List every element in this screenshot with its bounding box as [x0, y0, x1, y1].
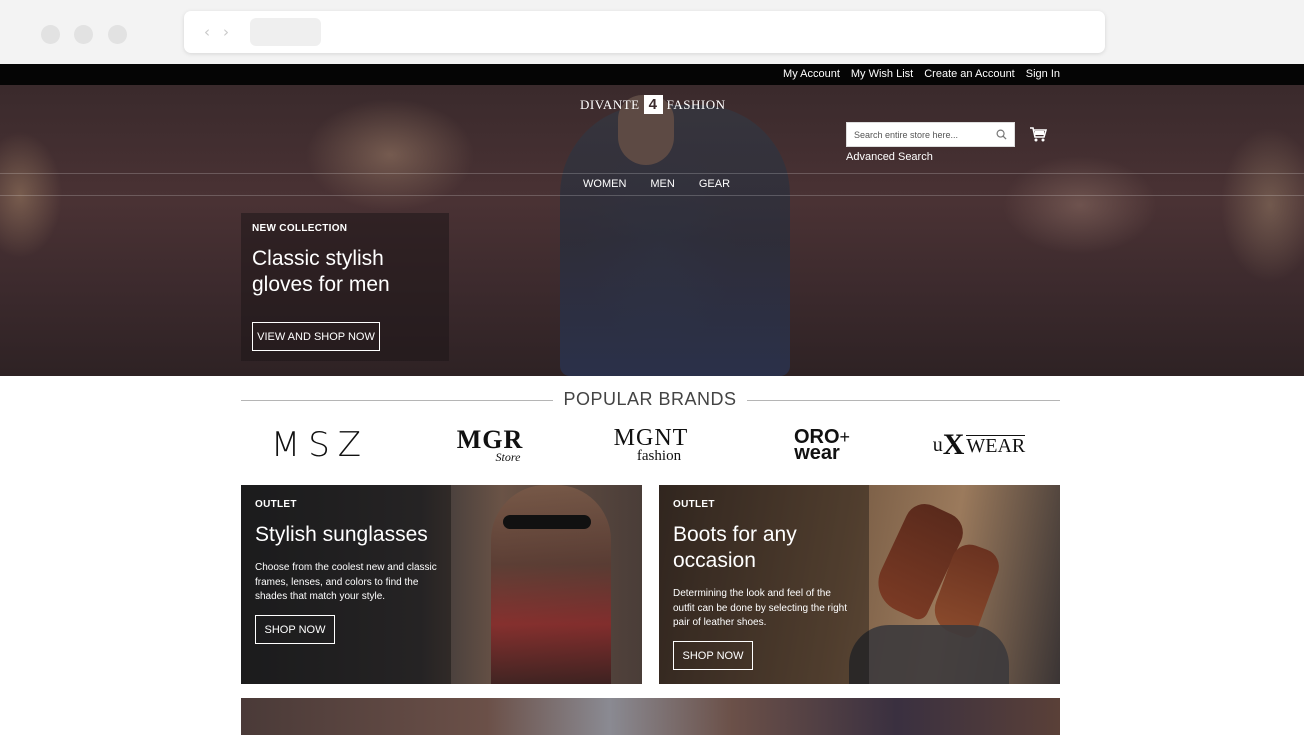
window-maximize-dot[interactable] — [108, 25, 127, 44]
window-close-dot[interactable] — [41, 25, 60, 44]
brands-divider-right — [747, 400, 1060, 401]
nav-item-gear[interactable]: GEAR — [699, 178, 730, 190]
advanced-search-link[interactable]: Advanced Search — [846, 151, 933, 163]
address-bar[interactable]: ‹ › — [184, 11, 1105, 53]
brand-oro-plus: + — [839, 427, 851, 447]
brands-divider-left — [241, 400, 553, 401]
hero-title: Classic stylish gloves for men — [252, 247, 390, 296]
nav-item-women[interactable]: WOMEN — [583, 178, 626, 190]
outlet-title-sunglasses: Stylish sunglasses — [255, 523, 428, 546]
trouser-leg-image — [849, 625, 1009, 684]
search-icon[interactable] — [996, 129, 1007, 140]
outlet-banner-sunglasses[interactable]: OUTLET Stylish sunglasses Choose from th… — [241, 485, 642, 684]
outlet-banner-boots[interactable]: OUTLET Boots for any occasion Determinin… — [659, 485, 1060, 684]
logo-text-left: DIVANTE — [580, 96, 640, 112]
top-links-bar: My Account My Wish List Create an Accoun… — [0, 64, 1304, 85]
brand-logo-mgnt[interactable]: MGNT fashion — [601, 424, 701, 466]
brand-mgr-main: MGR — [456, 425, 524, 454]
hero-banner: DIVANTE 4 FASHION Advanced Search WOMEN … — [0, 85, 1304, 376]
brand-mgr-sub: Store — [495, 450, 521, 464]
account-links: My Account My Wish List Create an Accoun… — [783, 68, 1060, 80]
brand-oro-bottom: wear — [794, 442, 840, 464]
brand-ux-x: X — [942, 428, 965, 461]
shop-now-button-boots[interactable]: SHOP NOW — [673, 641, 753, 670]
url-field[interactable] — [250, 18, 321, 46]
outlet-text-boots: Determining the look and feel of the out… — [673, 588, 848, 628]
outlet-kicker-boots: OUTLET — [673, 499, 715, 510]
brand-ux-wear: WEAR — [966, 434, 1026, 457]
nav-divider-top — [0, 173, 1304, 174]
brand-mgnt-sub: fashion — [636, 447, 682, 464]
hero-kicker: NEW COLLECTION — [252, 223, 348, 234]
hero-model-image — [560, 105, 790, 376]
outlet-kicker-sunglasses: OUTLET — [255, 499, 297, 510]
browser-chrome: ‹ › — [0, 0, 1304, 64]
brand-msz-text: MSZ — [270, 425, 370, 465]
sunglasses-shape — [503, 515, 591, 529]
brand-mgnt-main: MGNT — [613, 424, 689, 451]
window-minimize-dot[interactable] — [74, 25, 93, 44]
view-and-shop-now-button[interactable]: VIEW AND SHOP NOW — [252, 322, 380, 351]
brand-logo-ux-wear[interactable]: u X WEAR — [920, 424, 1038, 466]
my-account-link[interactable]: My Account — [783, 68, 840, 80]
outlet-text-sunglasses: Choose from the coolest new and classic … — [255, 562, 437, 602]
brand-ux-u: u — [932, 433, 943, 456]
brand-logo-oro-wear[interactable]: ORO+ wear — [772, 424, 872, 466]
back-arrow-icon[interactable]: ‹ — [204, 23, 210, 41]
forward-arrow-icon[interactable]: › — [223, 23, 229, 41]
store-logo[interactable]: DIVANTE 4 FASHION — [580, 95, 725, 114]
logo-text-right: FASHION — [666, 96, 726, 112]
brand-logo-msz[interactable]: MSZ — [270, 424, 370, 466]
create-account-link[interactable]: Create an Account — [924, 68, 1015, 80]
logo-mark: 4 — [643, 95, 663, 114]
popular-brands-title: POPULAR BRANDS — [563, 389, 737, 409]
sign-in-link[interactable]: Sign In — [1026, 68, 1060, 80]
outlet-title-boots: Boots for any occasion — [673, 523, 797, 572]
brand-logo-mgr[interactable]: MGR Store — [440, 424, 540, 466]
main-navigation: WOMEN MEN GEAR — [583, 178, 730, 190]
hero-promo-panel: NEW COLLECTION Classic stylish gloves fo… — [241, 213, 449, 361]
search-input[interactable] — [847, 123, 987, 146]
my-wish-list-link[interactable]: My Wish List — [851, 68, 913, 80]
cart-icon[interactable] — [1029, 125, 1047, 143]
search-box — [846, 122, 1015, 147]
bottom-promo-banner[interactable] — [241, 698, 1060, 735]
shop-now-button-sunglasses[interactable]: SHOP NOW — [255, 615, 335, 644]
nav-item-men[interactable]: MEN — [650, 178, 674, 190]
nav-divider-bottom — [0, 195, 1304, 196]
